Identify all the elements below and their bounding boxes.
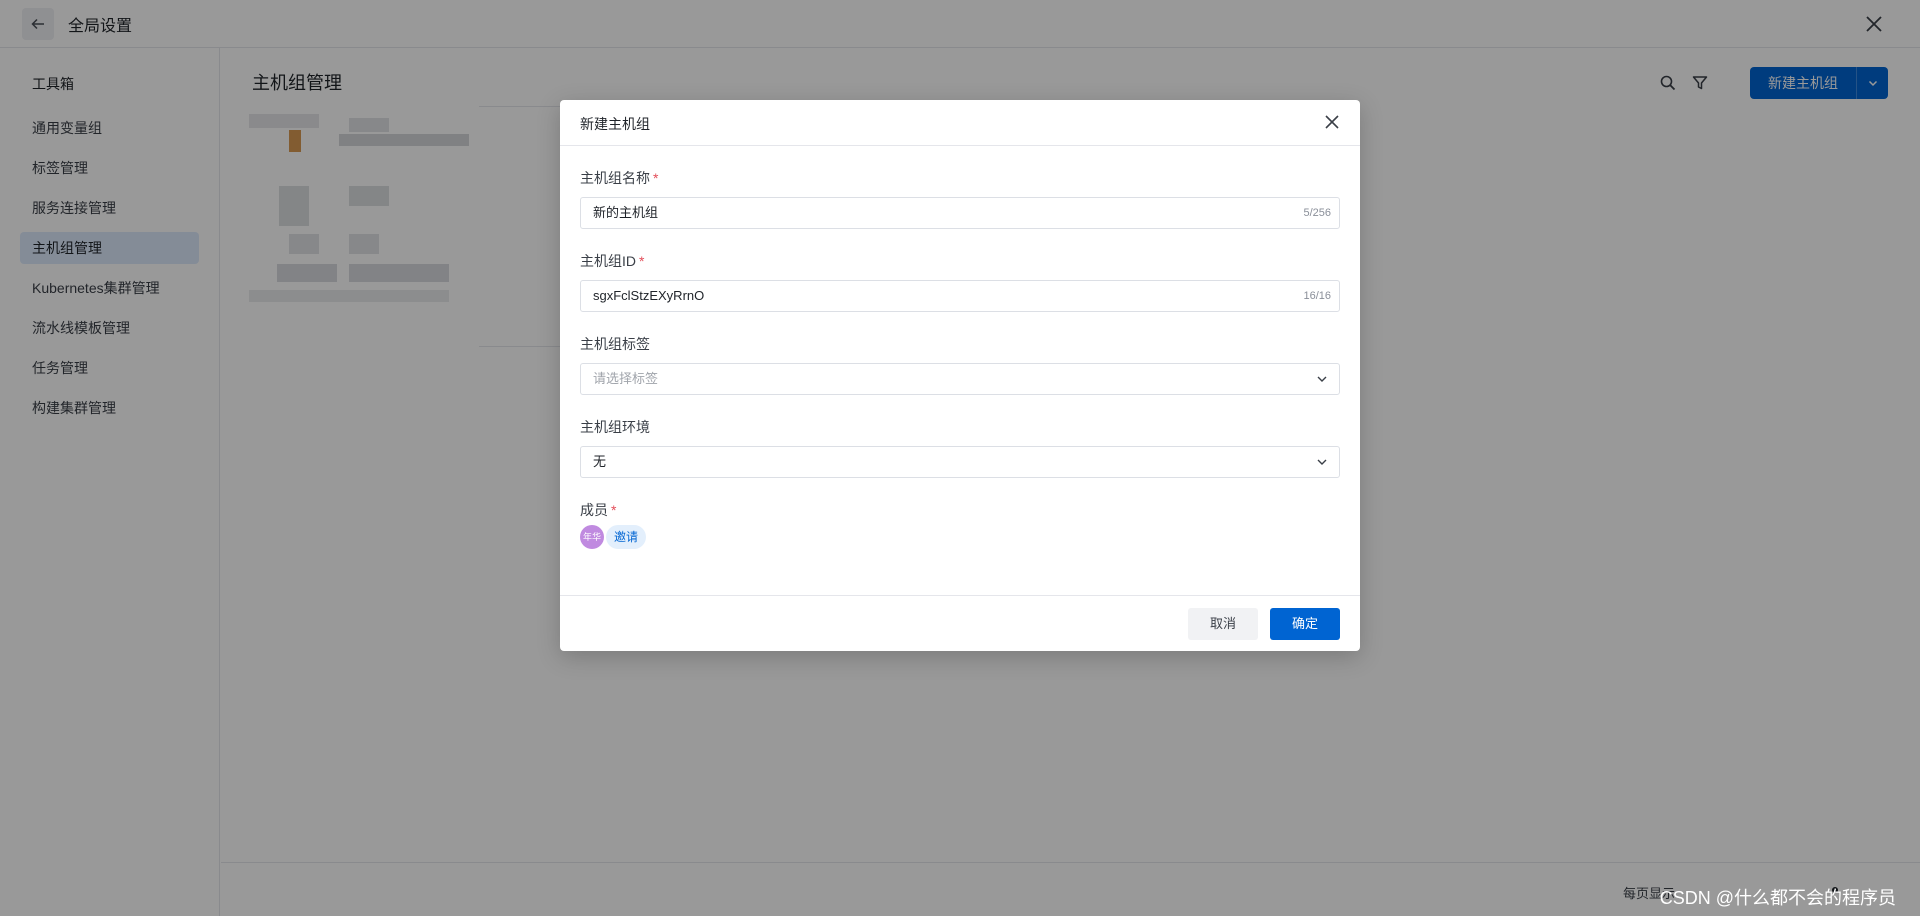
app-root: 全局设置 工具箱 通用变量组 标签管理 服务连接管理 主机组管理 Kuberne… <box>0 0 1920 916</box>
chevron-down-icon <box>1317 459 1327 465</box>
invite-button[interactable]: 邀请 <box>606 525 647 549</box>
host-group-name-input[interactable]: 新的主机组 5/256 <box>580 197 1340 229</box>
host-group-name-counter: 5/256 <box>1303 207 1331 219</box>
members-list: 年华 邀请 <box>580 525 1340 549</box>
host-group-id-input[interactable]: sgxFclStzEXyRrnO 16/16 <box>580 280 1340 312</box>
host-group-id-label-text: 主机组ID <box>580 253 636 269</box>
host-group-name-label: 主机组名称 * <box>580 168 1340 188</box>
confirm-button[interactable]: 确定 <box>1270 608 1340 640</box>
host-group-env-select[interactable]: 无 <box>580 446 1340 478</box>
watermark: CSDN @什么都不会的程序员 <box>1659 888 1896 908</box>
required-mark: * <box>653 170 659 186</box>
chevron-down-icon <box>1317 376 1327 382</box>
host-group-id-value: sgxFclStzEXyRrnO <box>593 288 705 303</box>
host-group-id-label: 主机组ID * <box>580 251 1340 271</box>
dialog-footer: 取消 确定 <box>560 595 1360 651</box>
host-group-name-label-text: 主机组名称 <box>580 170 650 186</box>
host-group-name-value: 新的主机组 <box>593 205 659 220</box>
host-group-env-field: 主机组环境 无 <box>580 417 1340 478</box>
dialog-title: 新建主机组 <box>580 116 650 132</box>
host-group-tags-select[interactable]: 请选择标签 <box>580 363 1340 395</box>
host-group-name-field: 主机组名称 * 新的主机组 5/256 <box>580 168 1340 229</box>
host-group-env-label: 主机组环境 <box>580 419 650 435</box>
members-field: 成员 * 年华 邀请 <box>580 500 1340 549</box>
members-label-text: 成员 <box>580 502 608 518</box>
members-label: 成员 * <box>580 500 1340 520</box>
host-group-env-value: 无 <box>593 454 607 469</box>
host-group-id-field: 主机组ID * sgxFclStzEXyRrnO 16/16 <box>580 251 1340 312</box>
new-host-group-dialog: 新建主机组 主机组名称 * 新的主机组 5/256 主机组ID * sgxFcl… <box>560 100 1360 651</box>
host-group-tags-field: 主机组标签 请选择标签 <box>580 334 1340 395</box>
required-mark: * <box>611 502 617 518</box>
required-mark: * <box>639 253 645 269</box>
dialog-body: 主机组名称 * 新的主机组 5/256 主机组ID * sgxFclStzEXyRr… <box>560 146 1360 549</box>
host-group-id-counter: 16/16 <box>1303 290 1331 302</box>
avatar: 年华 <box>580 525 604 549</box>
dialog-header: 新建主机组 <box>560 100 1360 146</box>
host-group-tags-placeholder: 请选择标签 <box>593 371 659 386</box>
close-icon[interactable] <box>1322 112 1342 132</box>
cancel-button[interactable]: 取消 <box>1188 608 1258 640</box>
host-group-tags-label: 主机组标签 <box>580 336 650 352</box>
